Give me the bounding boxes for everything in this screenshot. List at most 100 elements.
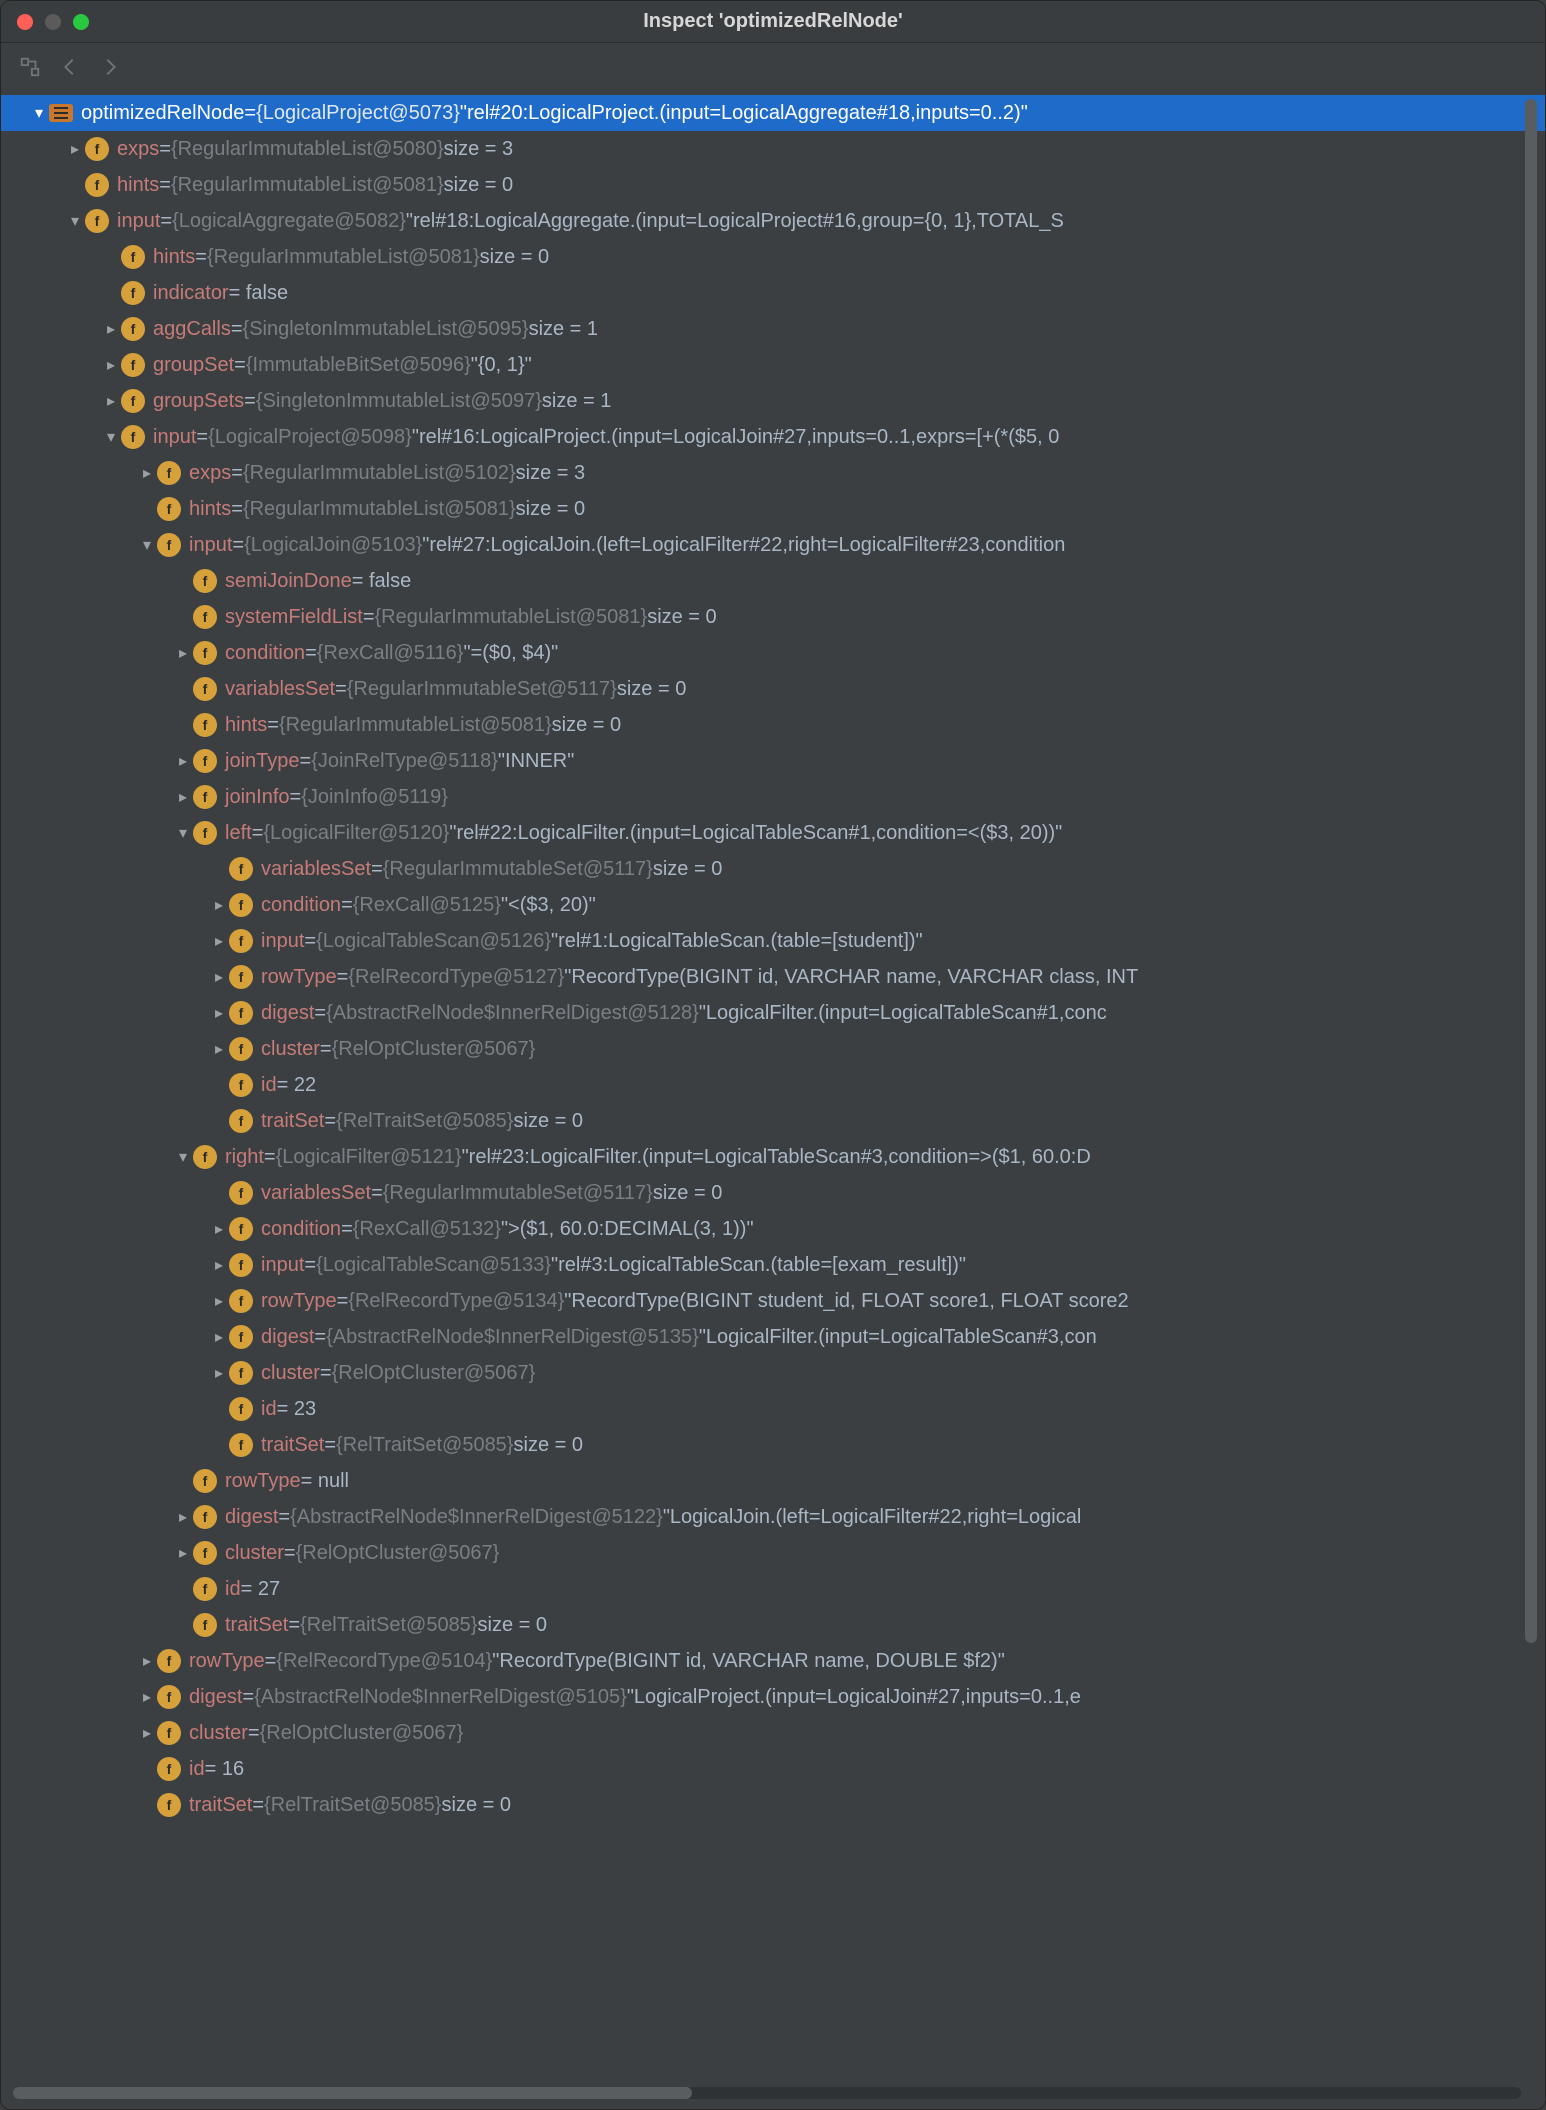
- chevron-right-icon[interactable]: ▸: [209, 1363, 229, 1383]
- horizontal-scrollbar[interactable]: [13, 2087, 1521, 2099]
- tree-row[interactable]: ▸faggCalls = {SingletonImmutableList@509…: [1, 311, 1545, 347]
- tree-row[interactable]: ▸fexps = {RegularImmutableList@5102} siz…: [1, 455, 1545, 491]
- tree-row[interactable]: ▾optimizedRelNode = {LogicalProject@5073…: [1, 95, 1545, 131]
- tree-row[interactable]: ▸fhints = {RegularImmutableList@5081} si…: [1, 167, 1545, 203]
- field-name: condition: [225, 642, 305, 665]
- tree-row[interactable]: ▸fjoinInfo = {JoinInfo@5119}: [1, 779, 1545, 815]
- field-name: condition: [261, 894, 341, 917]
- tree-row[interactable]: ▸fcondition = {RexCall@5116} "=($0, $4)": [1, 635, 1545, 671]
- chevron-right-icon[interactable]: ▸: [209, 895, 229, 915]
- chevron-right-icon[interactable]: ▸: [209, 1219, 229, 1239]
- field-name: input: [189, 534, 232, 557]
- tree-row[interactable]: ▸findicator= false: [1, 275, 1545, 311]
- tree-row[interactable]: ▸fid= 23: [1, 1391, 1545, 1427]
- field-icon: f: [229, 1325, 253, 1349]
- tree-row[interactable]: ▸fvariablesSet = {RegularImmutableSet@51…: [1, 1175, 1545, 1211]
- chevron-right-icon[interactable]: ▸: [209, 967, 229, 987]
- chevron-right-icon[interactable]: ▸: [173, 1543, 193, 1563]
- tree-row[interactable]: ▸fsystemFieldList = {RegularImmutableLis…: [1, 599, 1545, 635]
- field-icon: f: [121, 317, 145, 341]
- tree-row[interactable]: ▸fcluster = {RelOptCluster@5067}: [1, 1355, 1545, 1391]
- chevron-right-icon[interactable]: ▸: [101, 355, 121, 375]
- chevron-right-icon[interactable]: ▸: [173, 787, 193, 807]
- value-text: size = 0: [516, 498, 585, 521]
- tree-row[interactable]: ▸ftraitSet = {RelTraitSet@5085} size = 0: [1, 1103, 1545, 1139]
- titlebar[interactable]: Inspect 'optimizedRelNode': [1, 1, 1545, 43]
- chevron-right-icon[interactable]: ▸: [173, 643, 193, 663]
- tree-row[interactable]: ▸frowType = {RelRecordType@5104} "Record…: [1, 1643, 1545, 1679]
- tree-row[interactable]: ▸fvariablesSet = {RegularImmutableSet@51…: [1, 671, 1545, 707]
- chevron-right-icon[interactable]: ▸: [137, 1687, 157, 1707]
- tree-row[interactable]: ▸fcluster = {RelOptCluster@5067}: [1, 1031, 1545, 1067]
- chevron-down-icon[interactable]: ▾: [29, 103, 49, 123]
- chevron-right-icon[interactable]: ▸: [101, 319, 121, 339]
- tree-row[interactable]: ▸fid= 16: [1, 1751, 1545, 1787]
- tree-row[interactable]: ▸finput = {LogicalTableScan@5133} "rel#3…: [1, 1247, 1545, 1283]
- chevron-right-icon[interactable]: ▸: [65, 139, 85, 159]
- tree-row[interactable]: ▸ftraitSet = {RelTraitSet@5085} size = 0: [1, 1607, 1545, 1643]
- maximize-icon[interactable]: [73, 14, 89, 30]
- tree-row[interactable]: ▸frowType = {RelRecordType@5134} "Record…: [1, 1283, 1545, 1319]
- tree-row[interactable]: ▸fgroupSet = {ImmutableBitSet@5096} "{0,…: [1, 347, 1545, 383]
- back-arrow-icon[interactable]: [59, 56, 81, 78]
- vertical-scrollbar[interactable]: [1525, 99, 1537, 2079]
- tree-row[interactable]: ▸fsemiJoinDone= false: [1, 563, 1545, 599]
- tree-row[interactable]: ▸fhints = {RegularImmutableList@5081} si…: [1, 491, 1545, 527]
- tree-root-icon[interactable]: [19, 56, 41, 78]
- chevron-down-icon[interactable]: ▾: [173, 1147, 193, 1167]
- field-name: cluster: [189, 1722, 248, 1745]
- tree-row[interactable]: ▸fjoinType = {JoinRelType@5118} "INNER": [1, 743, 1545, 779]
- tree-row[interactable]: ▾fright = {LogicalFilter@5121} "rel#23:L…: [1, 1139, 1545, 1175]
- chevron-right-icon[interactable]: ▸: [173, 1507, 193, 1527]
- chevron-right-icon[interactable]: ▸: [137, 1723, 157, 1743]
- tree-row[interactable]: ▾finput = {LogicalJoin@5103} "rel#27:Log…: [1, 527, 1545, 563]
- chevron-down-icon[interactable]: ▾: [65, 211, 85, 231]
- tree-row[interactable]: ▸fid= 22: [1, 1067, 1545, 1103]
- tree-row[interactable]: ▸fgroupSets = {SingletonImmutableList@50…: [1, 383, 1545, 419]
- tree-row[interactable]: ▸fhints = {RegularImmutableList@5081} si…: [1, 239, 1545, 275]
- tree-row[interactable]: ▾finput = {LogicalAggregate@5082} "rel#1…: [1, 203, 1545, 239]
- chevron-right-icon[interactable]: ▸: [209, 1039, 229, 1059]
- chevron-right-icon[interactable]: ▸: [137, 1651, 157, 1671]
- tree-row[interactable]: ▸fexps = {RegularImmutableList@5080} siz…: [1, 131, 1545, 167]
- tree-row[interactable]: ▸fdigest = {AbstractRelNode$InnerRelDige…: [1, 1679, 1545, 1715]
- forward-arrow-icon[interactable]: [99, 56, 121, 78]
- chevron-down-icon[interactable]: ▾: [101, 427, 121, 447]
- minimize-icon[interactable]: [45, 14, 61, 30]
- tree-row[interactable]: ▸fcondition = {RexCall@5132} ">($1, 60.0…: [1, 1211, 1545, 1247]
- chevron-down-icon[interactable]: ▾: [137, 535, 157, 555]
- chevron-right-icon[interactable]: ▸: [101, 391, 121, 411]
- chevron-right-icon[interactable]: ▸: [137, 463, 157, 483]
- tree-row[interactable]: ▸fdigest = {AbstractRelNode$InnerRelDige…: [1, 995, 1545, 1031]
- tree-row[interactable]: ▾fleft = {LogicalFilter@5120} "rel#22:Lo…: [1, 815, 1545, 851]
- chevron-right-icon[interactable]: ▸: [209, 1255, 229, 1275]
- tree-row[interactable]: ▸frowType= null: [1, 1463, 1545, 1499]
- chevron-down-icon[interactable]: ▾: [173, 823, 193, 843]
- tree-row[interactable]: ▸fcluster = {RelOptCluster@5067}: [1, 1535, 1545, 1571]
- tree-row[interactable]: ▸frowType = {RelRecordType@5127} "Record…: [1, 959, 1545, 995]
- tree-row[interactable]: ▸fcondition = {RexCall@5125} "<($3, 20)": [1, 887, 1545, 923]
- tree-row[interactable]: ▸fdigest = {AbstractRelNode$InnerRelDige…: [1, 1319, 1545, 1355]
- chevron-right-icon[interactable]: ▸: [209, 1327, 229, 1347]
- field-name: variablesSet: [261, 858, 371, 881]
- object-ref: {RelOptCluster@5067}: [332, 1038, 536, 1061]
- tree-row[interactable]: ▸fhints = {RegularImmutableList@5081} si…: [1, 707, 1545, 743]
- object-ref: {RexCall@5132}: [353, 1218, 501, 1241]
- chevron-right-icon[interactable]: ▸: [209, 931, 229, 951]
- chevron-right-icon[interactable]: ▸: [209, 1003, 229, 1023]
- tree-row[interactable]: ▾finput = {LogicalProject@5098} "rel#16:…: [1, 419, 1545, 455]
- chevron-right-icon[interactable]: ▸: [209, 1291, 229, 1311]
- close-icon[interactable]: [17, 14, 33, 30]
- tree-row[interactable]: ▸ftraitSet = {RelTraitSet@5085} size = 0: [1, 1787, 1545, 1823]
- tree-row[interactable]: ▸fcluster = {RelOptCluster@5067}: [1, 1715, 1545, 1751]
- value-text: "RecordType(BIGINT student_id, FLOAT sco…: [564, 1290, 1128, 1313]
- value-text: "rel#22:LogicalFilter.(input=LogicalTabl…: [449, 822, 1062, 845]
- tree-row[interactable]: ▸fdigest = {AbstractRelNode$InnerRelDige…: [1, 1499, 1545, 1535]
- tree-view[interactable]: ▾optimizedRelNode = {LogicalProject@5073…: [1, 91, 1545, 2109]
- tree-row[interactable]: ▸ftraitSet = {RelTraitSet@5085} size = 0: [1, 1427, 1545, 1463]
- tree-row[interactable]: ▸fid= 27: [1, 1571, 1545, 1607]
- tree-row[interactable]: ▸finput = {LogicalTableScan@5126} "rel#1…: [1, 923, 1545, 959]
- tree-row[interactable]: ▸fvariablesSet = {RegularImmutableSet@51…: [1, 851, 1545, 887]
- chevron-right-icon[interactable]: ▸: [173, 751, 193, 771]
- field-name: hints: [117, 174, 159, 197]
